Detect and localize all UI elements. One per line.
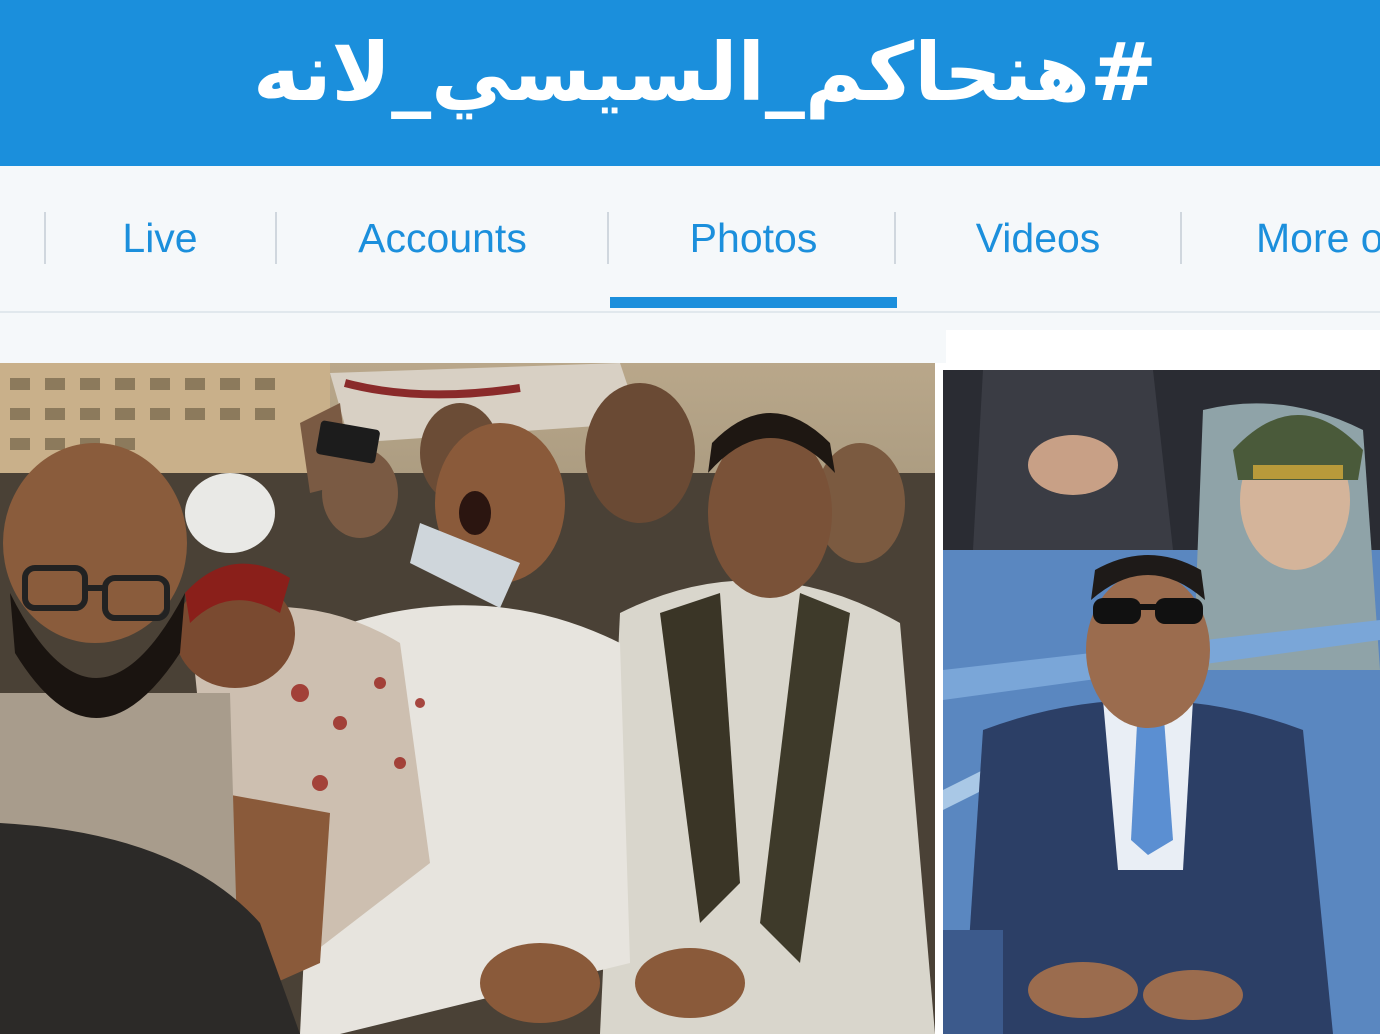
tab-accounts[interactable]: Accounts (290, 166, 595, 311)
tab-videos[interactable]: Videos (897, 166, 1179, 311)
tab-live[interactable]: Live (60, 166, 260, 311)
tab-divider (1180, 212, 1182, 264)
tab-photos[interactable]: Photos (610, 166, 897, 311)
tab-more-options[interactable]: More o (1196, 166, 1380, 311)
tab-divider (275, 212, 277, 264)
tab-divider (607, 212, 609, 264)
hashtag-search-page: #هنحاكم_السيسي_لانه Live Accounts Photos… (0, 0, 1380, 1034)
protest-crowd-photo[interactable] (0, 363, 938, 1034)
active-tab-indicator (610, 297, 897, 308)
tab-divider (894, 212, 896, 264)
hashtag-header: #هنحاكم_السيسي_لانه (0, 0, 1380, 166)
hashtag-title: #هنحاكم_السيسي_لانه (252, 25, 1158, 119)
tab-divider (44, 212, 46, 264)
official-in-sunglasses-photo[interactable] (943, 370, 1380, 1034)
